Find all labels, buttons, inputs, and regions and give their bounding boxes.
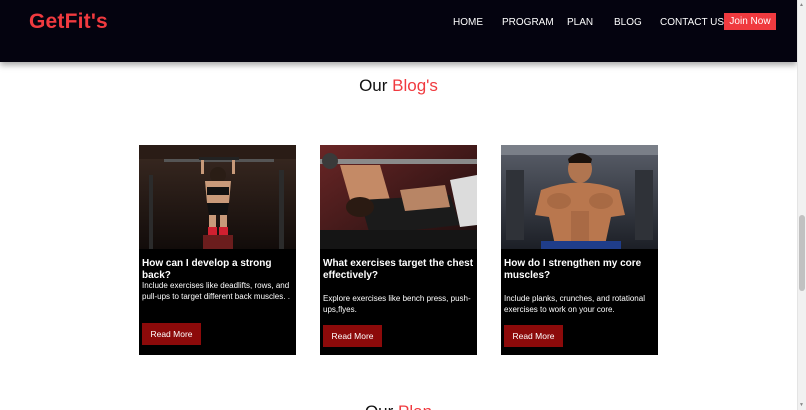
card-title: How can I develop a strong back? (142, 258, 272, 281)
core-workout-image (501, 145, 658, 249)
nav-link-program[interactable]: PROGRAM (502, 17, 554, 28)
next-section-title: Our Plan (0, 402, 797, 410)
read-more-button[interactable]: Read More (504, 325, 563, 347)
scroll-down-arrow-icon[interactable]: ▼ (799, 402, 804, 408)
nav-link-contact[interactable]: CONTACT US (660, 17, 724, 28)
scroll-up-arrow-icon[interactable]: ▲ (799, 2, 804, 8)
scrollbar-thumb[interactable] (799, 215, 805, 291)
card-text: Include planks, crunches, and rotational… (504, 294, 645, 314)
nav-link-plan[interactable]: PLAN (567, 17, 593, 28)
navbar: GetFit's HOME PROGRAM PLAN BLOG CONTACT … (0, 0, 797, 62)
chest-workout-image (320, 145, 477, 249)
blog-section-title: Our Blog's (0, 76, 797, 96)
back-workout-image (139, 145, 296, 249)
blog-card-back: How can I develop a strong back? Include… (139, 145, 296, 355)
next-title-accent: Plan (398, 402, 432, 410)
card-title: How do I strengthen my core muscles? (504, 258, 642, 281)
brand-logo[interactable]: GetFit's (29, 10, 108, 34)
card-text: Explore exercises like bench press, push… (323, 294, 471, 314)
next-title-prefix: Our (365, 402, 393, 410)
blog-title-prefix: Our (359, 76, 388, 95)
nav-link-home[interactable]: HOME (453, 17, 483, 28)
read-more-button[interactable]: Read More (323, 325, 382, 347)
card-title: What exercises target the chest effectiv… (323, 258, 474, 281)
blog-card-core: How do I strengthen my core muscles? Inc… (501, 145, 658, 355)
page-scrollbar[interactable]: ▲ ▼ (797, 0, 806, 410)
card-text: Include exercises like deadlifts, rows, … (142, 281, 290, 301)
blog-card-chest: What exercises target the chest effectiv… (320, 145, 477, 355)
read-more-button[interactable]: Read More (142, 323, 201, 345)
blog-title-accent: Blog's (392, 76, 438, 95)
join-now-button[interactable]: Join Now (724, 13, 776, 30)
nav-link-blog[interactable]: BLOG (614, 17, 642, 28)
